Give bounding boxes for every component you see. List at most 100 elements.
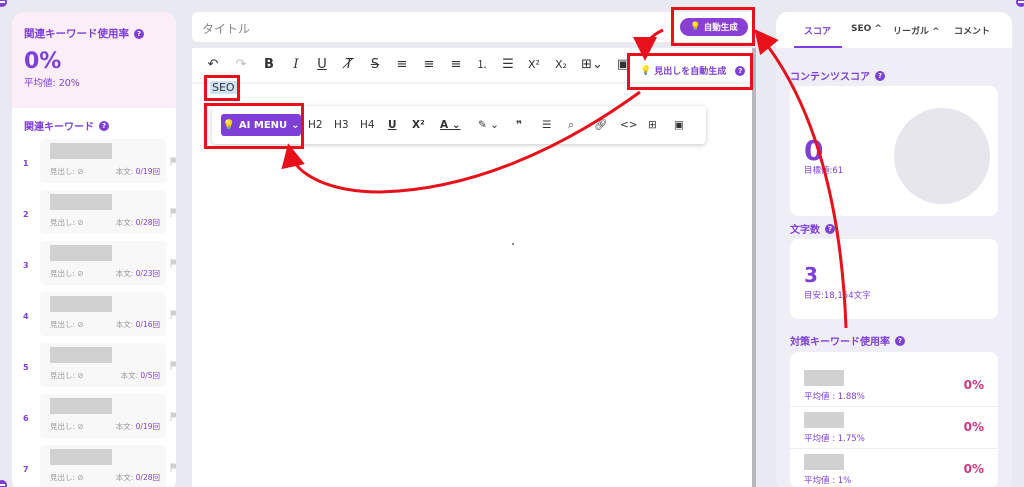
score-gauge bbox=[894, 108, 990, 204]
related-keywords-panel: 関連キーワード使用率 ? 0% 平均値: 20% 関連キーワード ? 1 見出し:… bbox=[12, 12, 176, 487]
word-count-card: 3 目安:18,154文字 bbox=[790, 239, 998, 319]
flag-icon[interactable] bbox=[170, 361, 176, 370]
word-count-value: 3 bbox=[804, 263, 818, 287]
related-keywords-list: 1 見出し: ⊘ 本文: 0/19回 2 見出し: ⊘ 本文: 0/28回 3 見出し: ⊘ 本… bbox=[12, 139, 176, 487]
list-item[interactable]: 3 見出し: ⊘ 本文: 0/23回 bbox=[18, 241, 176, 292]
target-keyword-average: 平均値 : 1.75% bbox=[804, 434, 865, 444]
tab-score[interactable]: スコア bbox=[804, 24, 831, 37]
align-left-icon[interactable]: ≡ bbox=[393, 56, 411, 74]
target-keyword-redacted bbox=[804, 412, 844, 428]
keyword-card[interactable]: 見出し: ⊘ 本文: 0/16回 bbox=[40, 292, 166, 336]
flag-icon[interactable] bbox=[170, 463, 176, 472]
keyword-body-count: 本文: 0/19回 bbox=[115, 167, 160, 176]
bold-icon[interactable]: B bbox=[260, 56, 278, 74]
keyword-card[interactable]: 見出し: ⊘ 本文: 0/23回 bbox=[40, 241, 166, 285]
tab-seo[interactable]: SEO ^ bbox=[851, 24, 882, 34]
keyword-card[interactable]: 見出し: ⊘ 本文: 0/28回 bbox=[40, 445, 166, 487]
heading-3-button[interactable]: H3 bbox=[334, 116, 349, 134]
help-icon[interactable]: ? bbox=[875, 70, 885, 81]
comment-icon[interactable]: ⊞ bbox=[648, 116, 657, 134]
help-icon[interactable]: ? bbox=[99, 120, 109, 131]
target-keyword-percent: 0% bbox=[963, 420, 984, 434]
clear-format-icon[interactable]: T̸ bbox=[340, 56, 358, 74]
highlight-icon[interactable]: ✎ ⌄ bbox=[478, 116, 499, 134]
underline-icon[interactable]: U bbox=[388, 116, 397, 134]
help-icon[interactable]: ? bbox=[895, 335, 905, 346]
superscript-icon[interactable]: X² bbox=[412, 116, 425, 134]
align-center-icon[interactable]: ≡ bbox=[420, 56, 438, 74]
keyword-redacted bbox=[50, 296, 112, 312]
code-icon[interactable]: <> bbox=[620, 116, 638, 134]
annotation-box-heading-auto bbox=[627, 53, 753, 90]
list-item[interactable]: 4 見出し: ⊘ 本文: 0/16回 bbox=[18, 292, 176, 343]
list-item[interactable]: 5 見出し: ⊘ 本文: 0/5回 bbox=[18, 343, 176, 394]
keyword-redacted bbox=[50, 245, 112, 261]
flag-icon[interactable] bbox=[170, 310, 176, 319]
keyword-body-count: 本文: 0/19回 bbox=[115, 422, 160, 431]
keyword-number: 5 bbox=[23, 363, 29, 372]
heading-2-button[interactable]: H2 bbox=[308, 116, 323, 134]
content-score-value: 0 bbox=[804, 134, 824, 167]
content-score-target: 目標値:61 bbox=[804, 166, 844, 176]
help-icon[interactable]: ? bbox=[825, 223, 835, 234]
keyword-card[interactable]: 見出し: ⊘ 本文: 0/19回 bbox=[40, 394, 166, 438]
target-keyword-title: 対策キーワード使用率 bbox=[790, 337, 890, 348]
keyword-body-count: 本文: 0/5回 bbox=[120, 371, 161, 380]
image-icon[interactable]: ▣ bbox=[674, 116, 684, 134]
keyword-body-count: 本文: 0/16回 bbox=[115, 320, 160, 329]
superscript-icon[interactable]: X² bbox=[525, 56, 543, 74]
keyword-heading-status: 見出し: ⊘ bbox=[50, 473, 84, 482]
target-keyword-percent: 0% bbox=[963, 462, 984, 476]
heading-4-button[interactable]: H4 bbox=[360, 116, 375, 134]
align-right-icon[interactable]: ≡ bbox=[447, 56, 465, 74]
ordered-list-icon[interactable]: ⒈ bbox=[473, 56, 491, 74]
target-keyword-percent: 0% bbox=[963, 378, 984, 392]
related-usage-header: 関連キーワード使用率 ? 0% 平均値: 20% bbox=[12, 12, 176, 108]
keyword-number: 7 bbox=[23, 465, 29, 474]
collapse-left-icon[interactable] bbox=[0, 0, 7, 7]
flag-icon[interactable] bbox=[170, 157, 176, 166]
tab-comment[interactable]: コメント bbox=[954, 24, 990, 37]
annotation-box-auto-generate bbox=[671, 7, 755, 46]
editor-scrollbar[interactable] bbox=[752, 48, 756, 487]
bullet-list-icon[interactable]: ☰ bbox=[499, 56, 517, 74]
tab-legal[interactable]: リーガル ^ bbox=[893, 24, 940, 37]
quote-icon[interactable]: ❞ bbox=[516, 116, 522, 134]
annotation-box-ai-menu bbox=[204, 103, 304, 149]
collapse-right-icon[interactable] bbox=[1016, 0, 1024, 7]
flag-icon[interactable] bbox=[170, 259, 176, 268]
keyword-card[interactable]: 見出し: ⊘ 本文: 0/5回 bbox=[40, 343, 166, 387]
keyword-card[interactable]: 見出し: ⊘ 本文: 0/19回 bbox=[40, 139, 166, 183]
italic-icon[interactable]: I bbox=[287, 56, 305, 74]
keyword-number: 6 bbox=[23, 414, 29, 423]
flag-icon[interactable] bbox=[170, 208, 176, 217]
keyword-number: 3 bbox=[23, 261, 29, 270]
link-icon[interactable]: 🔗︎ bbox=[594, 116, 607, 134]
related-usage-title: 関連キーワード使用率 bbox=[24, 28, 129, 40]
score-panel: スコア SEO ^ リーガル ^ コメント コンテンツスコア ? 0 目標値:6… bbox=[776, 12, 1012, 487]
keyword-card[interactable]: 見出し: ⊘ 本文: 0/28回 bbox=[40, 190, 166, 234]
list-item[interactable]: 1 見出し: ⊘ 本文: 0/19回 bbox=[18, 139, 176, 190]
list-item[interactable]: 7 見出し: ⊘ 本文: 0/28回 bbox=[18, 445, 176, 487]
subscript-icon[interactable]: X₂ bbox=[552, 56, 570, 74]
table-icon[interactable]: ⊞⌄ bbox=[578, 56, 606, 74]
active-tab-indicator bbox=[794, 46, 842, 48]
search-icon[interactable]: ⌕ bbox=[568, 116, 574, 134]
redo-icon[interactable]: ↷ bbox=[232, 56, 250, 74]
font-color-icon[interactable]: A ⌄ bbox=[440, 116, 461, 134]
keyword-redacted bbox=[50, 449, 112, 465]
related-keywords-title: 関連キーワード bbox=[24, 122, 94, 133]
help-icon[interactable]: ? bbox=[134, 28, 144, 39]
underline-icon[interactable]: U bbox=[313, 56, 331, 74]
undo-icon[interactable]: ↶ bbox=[204, 56, 222, 74]
keyword-redacted bbox=[50, 194, 112, 210]
strikethrough-icon[interactable]: S bbox=[366, 56, 384, 74]
collapse-bottom-left-icon[interactable] bbox=[0, 480, 7, 487]
keyword-heading-status: 見出し: ⊘ bbox=[50, 218, 84, 227]
list-item[interactable]: 6 見出し: ⊘ 本文: 0/19回 bbox=[18, 394, 176, 445]
paragraph-icon[interactable]: ☰ bbox=[542, 116, 551, 134]
list-item[interactable]: 2 見出し: ⊘ 本文: 0/28回 bbox=[18, 190, 176, 241]
related-usage-percent: 0% bbox=[24, 49, 62, 74]
flag-icon[interactable] bbox=[170, 412, 176, 421]
keyword-heading-status: 見出し: ⊘ bbox=[50, 320, 84, 329]
